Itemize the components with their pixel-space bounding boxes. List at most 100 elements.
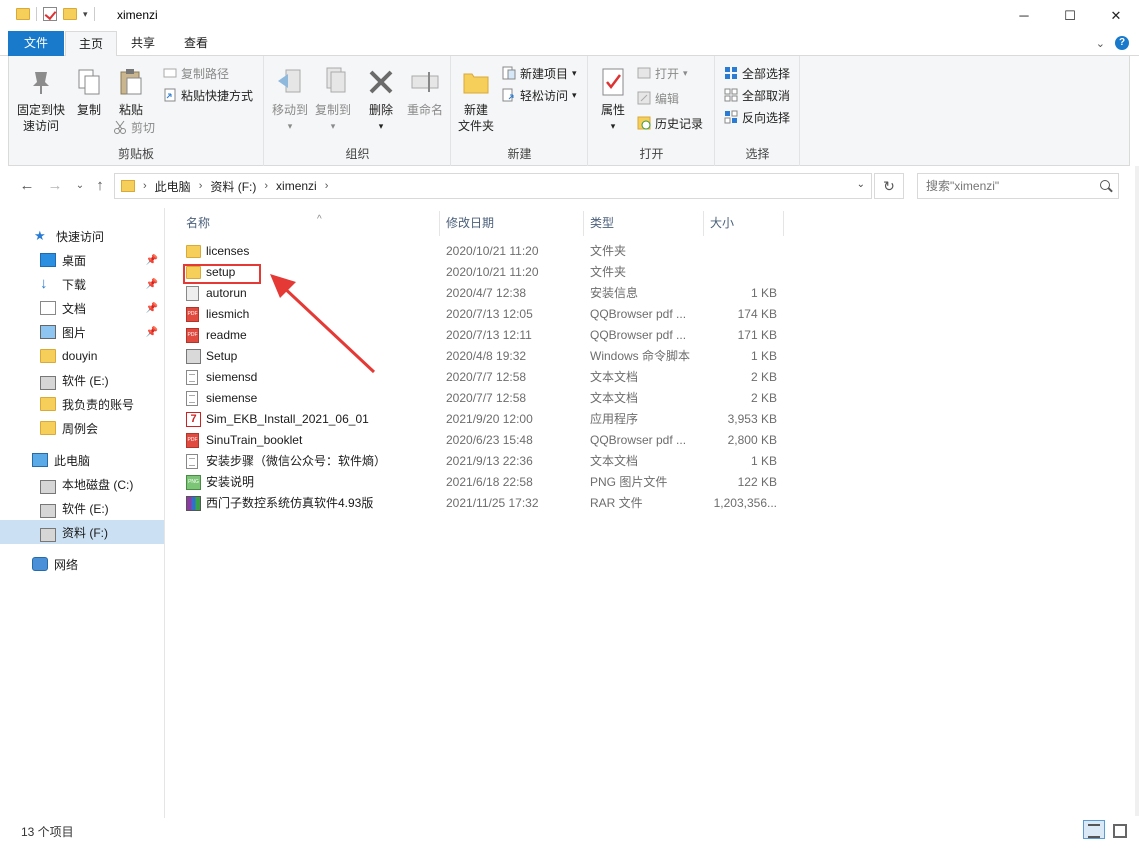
up-arrow-icon[interactable]: ↑ [90, 177, 110, 194]
breadcrumb-separator-icon[interactable]: › [143, 180, 147, 192]
select-all-button[interactable]: 全部选择 [724, 64, 790, 82]
tab-file[interactable]: 文件 [8, 31, 64, 56]
rename-button[interactable]: 重命名 [403, 66, 447, 118]
details-view-icon[interactable] [1083, 820, 1105, 839]
file-row[interactable]: 安装步骤（微信公众号：软件熵） 2021/9/13 22:36 文本文档 1 K… [180, 451, 786, 472]
nav-item-my-accounts[interactable]: 我负责的账号 [0, 392, 164, 416]
nav-item-pictures[interactable]: 图片 📌 [0, 320, 164, 344]
pin-quick-access-button[interactable]: 固定到快 速访问 [13, 66, 69, 134]
search-input[interactable] [918, 174, 1088, 198]
delete-button[interactable]: 删除 ▾ [363, 66, 399, 134]
nav-item-documents[interactable]: 文档 📌 [0, 296, 164, 320]
new-folder-button[interactable]: 新建 文件夹 [454, 66, 498, 134]
tab-view[interactable]: 查看 [170, 31, 222, 56]
properties-chevron-icon: ▾ [610, 121, 616, 131]
back-arrow-icon[interactable]: ← [17, 177, 37, 194]
column-header-type[interactable]: 类型 [584, 211, 704, 236]
breadcrumb-separator-icon[interactable]: › [264, 180, 268, 192]
nav-item-drive-e[interactable]: 软件 (E:) [0, 496, 164, 520]
address-dropdown-chevron-icon[interactable]: ⌄ [857, 179, 865, 190]
nav-item-douyin[interactable]: douyin [0, 344, 164, 368]
column-header-name[interactable]: 名称 ^ [180, 211, 440, 236]
rename-icon [409, 66, 441, 98]
pin-icon[interactable]: 📌 [146, 279, 158, 290]
item-count: 13 个项目 [21, 825, 74, 839]
file-type: QQBrowser pdf ... [590, 433, 687, 447]
nav-item-weekly-meeting[interactable]: 周例会 [0, 416, 164, 440]
file-row[interactable]: 西门子数控系统仿真软件4.93版 2021/11/25 17:32 RAR 文件… [180, 493, 786, 514]
maximize-button[interactable]: ☐ [1047, 0, 1093, 31]
address-bar[interactable]: › 此电脑 › 资料 (F:) › ximenzi › ⌄ [114, 173, 872, 199]
invert-selection-label: 反向选择 [742, 110, 791, 125]
properties-quick-icon[interactable] [43, 7, 57, 21]
breadcrumb-separator-icon[interactable]: › [199, 180, 203, 192]
document-icon [40, 301, 56, 315]
edit-button[interactable]: 编辑 [637, 89, 679, 107]
recent-locations-chevron-icon[interactable]: ⌄ [70, 180, 90, 191]
copy-to-button[interactable]: 复制到 ▾ [311, 66, 355, 134]
cut-button[interactable]: 剪切 [113, 118, 155, 136]
breadcrumb-this-pc[interactable]: 此电脑 [155, 178, 191, 195]
search-box[interactable] [917, 173, 1119, 199]
text-file-icon [186, 370, 198, 385]
delete-x-icon [365, 66, 397, 98]
easy-access-button[interactable]: 轻松访问 ▾ [502, 86, 577, 104]
nav-item-label: 我负责的账号 [62, 397, 135, 412]
rename-label: 重命名 [406, 103, 443, 117]
paste-shortcut-button[interactable]: 粘贴快捷方式 [163, 86, 253, 104]
new-item-button[interactable]: 新建项目 ▾ [502, 64, 577, 82]
pin-icon[interactable]: 📌 [146, 255, 158, 266]
forward-arrow-icon[interactable]: → [45, 177, 65, 194]
refresh-button[interactable]: ↻ [874, 173, 904, 199]
cut-label: 剪切 [131, 120, 156, 135]
copy-path-button[interactable]: 复制路径 [163, 64, 229, 82]
nav-item-this-pc[interactable]: 此电脑 [0, 448, 164, 472]
move-to-button[interactable]: 移动到 ▾ [269, 66, 311, 134]
breadcrumb-ximenzi[interactable]: ximenzi [276, 179, 317, 193]
nav-item-downloads[interactable]: ↓ 下载 📌 [0, 272, 164, 296]
pc-icon [32, 453, 48, 467]
file-row[interactable]: siemense 2020/7/7 12:58 文本文档 2 KB [180, 388, 786, 409]
network-icon [32, 557, 48, 571]
invert-selection-button[interactable]: 反向选择 [724, 108, 790, 126]
nav-item-drive-e-quick[interactable]: 软件 (E:) [0, 368, 164, 392]
column-header-size[interactable]: 大小 [704, 211, 784, 236]
history-button[interactable]: 历史记录 [637, 114, 703, 132]
nav-item-quick-access[interactable]: ★ 快速访问 [0, 224, 164, 248]
open-button[interactable]: 打开 ▾ [637, 64, 688, 82]
breadcrumb-separator-icon[interactable]: › [325, 180, 329, 192]
tab-share[interactable]: 共享 [118, 31, 168, 56]
close-button[interactable]: ✕ [1093, 0, 1139, 31]
paste-button[interactable]: 粘贴 [113, 66, 149, 118]
properties-button[interactable]: 属性 ▾ [593, 66, 633, 134]
file-row[interactable]: licenses 2020/10/21 11:20 文件夹 [180, 241, 786, 262]
minimize-button[interactable]: ─ [1001, 0, 1047, 31]
tab-home[interactable]: 主页 [65, 31, 117, 57]
pin-icon[interactable]: 📌 [146, 303, 158, 314]
select-none-button[interactable]: 全部取消 [724, 86, 790, 104]
nav-item-drive-f[interactable]: 资料 (F:) [0, 520, 164, 544]
file-row[interactable]: 7 Sim_EKB_Install_2021_06_01 2021/9/20 1… [180, 409, 786, 430]
move-to-label: 移动到 [271, 103, 308, 117]
file-row[interactable]: PNG 安装说明 2021/6/18 22:58 PNG 图片文件 122 KB [180, 472, 786, 493]
select-all-icon [724, 66, 738, 80]
clipboard-group: 固定到快 速访问 复制 粘贴 复制路径 粘贴快捷方式 剪切 剪贴板 [9, 56, 264, 166]
nav-item-network[interactable]: 网络 [0, 552, 164, 576]
help-icon[interactable]: ? [1115, 36, 1129, 50]
folder-icon [121, 180, 135, 192]
file-date: 2020/7/13 12:11 [446, 328, 532, 342]
breadcrumb-drive-f[interactable]: 资料 (F:) [210, 178, 256, 195]
large-icons-view-icon[interactable] [1108, 820, 1130, 839]
search-icon[interactable] [1100, 180, 1110, 190]
nav-item-drive-c[interactable]: 本地磁盘 (C:) [0, 472, 164, 496]
file-row[interactable]: PDF SinuTrain_booklet 2020/6/23 15:48 QQ… [180, 430, 786, 451]
nav-item-desktop[interactable]: 桌面 📌 [0, 248, 164, 272]
copy-button[interactable]: 复制 [71, 66, 107, 118]
customize-toolbar-chevron-icon[interactable]: ▾ [83, 9, 88, 20]
clipboard-group-label: 剪贴板 [117, 147, 154, 161]
pin-icon[interactable]: 📌 [146, 327, 158, 338]
file-name: SinuTrain_booklet [206, 433, 303, 447]
column-header-date[interactable]: 修改日期 [440, 211, 584, 236]
new-folder-quick-icon[interactable] [63, 8, 77, 20]
expand-ribbon-chevron-icon[interactable]: ⌄ [1096, 37, 1105, 50]
